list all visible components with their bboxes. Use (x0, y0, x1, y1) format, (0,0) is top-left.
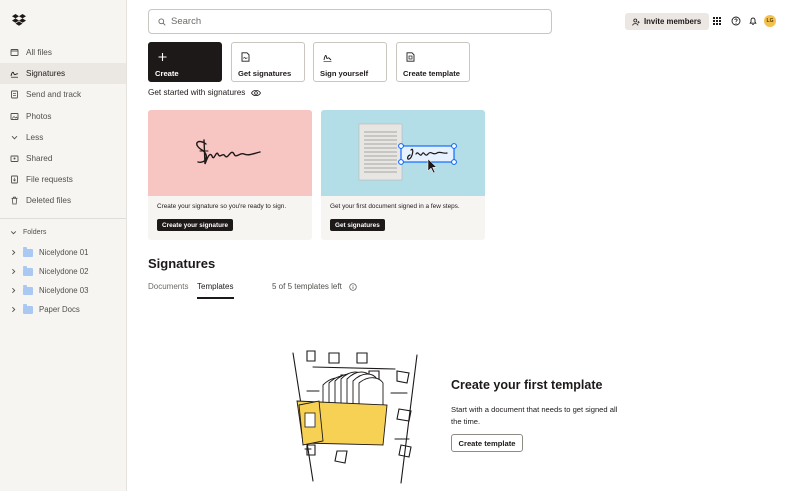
sidebar-item-photos[interactable]: Photos (0, 106, 126, 127)
empty-state-title: Create your first template (451, 378, 603, 392)
folder-label: Nicelydone 01 (39, 248, 89, 257)
get-signatures-button[interactable]: Get signatures (231, 42, 305, 82)
get-signatures-label: Get signatures (238, 69, 292, 78)
plus-icon (158, 53, 167, 61)
invite-members-button[interactable]: Invite members (625, 13, 709, 30)
empty-state-description: Start with a document that needs to get … (451, 405, 618, 426)
shared-icon (10, 154, 19, 163)
page-title: Signatures (148, 256, 216, 271)
get-signatures-card-button[interactable]: Get signatures (330, 219, 385, 231)
invite-members-label: Invite members (644, 17, 702, 26)
folder-label: Nicelydone 02 (39, 267, 89, 276)
chevron-right-icon[interactable] (10, 249, 17, 256)
create-template-button[interactable]: Create template (451, 434, 523, 452)
get-signatures-card: Get your first document signed in a few … (321, 110, 485, 240)
create-button[interactable]: Create (148, 42, 222, 82)
info-icon[interactable] (349, 282, 357, 291)
chevron-down-icon (10, 133, 19, 142)
template-quota-label: 5 of 5 templates left (272, 282, 342, 291)
folder-item[interactable]: Nicelydone 02 (0, 262, 126, 281)
folder-icon (23, 246, 33, 257)
help-icon[interactable] (731, 16, 741, 26)
files-icon (10, 48, 19, 57)
template-quota: 5 of 5 templates left (272, 282, 357, 291)
sidebar-item-file-requests[interactable]: File requests (0, 169, 126, 190)
active-tab-indicator (197, 297, 234, 299)
sidebar: All files Signatures Send and track Phot… (0, 0, 127, 491)
create-your-signature-button[interactable]: Create your signature (157, 219, 234, 231)
chevron-right-icon[interactable] (10, 268, 17, 275)
folder-item[interactable]: Nicelydone 03 (0, 281, 126, 300)
get-started-heading: Get started with signatures (148, 88, 262, 97)
sidebar-item-label: Deleted files (26, 196, 72, 206)
search-icon (158, 17, 166, 26)
sidebar-divider (0, 218, 126, 219)
chevron-right-icon[interactable] (10, 287, 17, 294)
create-template-tile-label: Create template (403, 69, 460, 78)
create-signature-description: Create your signature so you're ready to… (157, 203, 287, 210)
sign-yourself-button[interactable]: Sign yourself (313, 42, 387, 82)
notification-bell-icon[interactable] (748, 16, 758, 26)
pen-icon (323, 54, 332, 62)
folder-icon (23, 303, 33, 314)
sidebar-item-deleted-files[interactable]: Deleted files (0, 190, 126, 211)
sidebar-item-label: All files (26, 48, 52, 58)
create-label: Create (155, 69, 179, 78)
folders-toggle[interactable]: Folders (10, 229, 46, 236)
get-signatures-description: Get your first document signed in a few … (330, 203, 460, 210)
folder-icon (23, 284, 33, 295)
eye-icon[interactable] (251, 89, 262, 97)
sign-yourself-label: Sign yourself (320, 69, 369, 78)
photo-icon (10, 112, 19, 121)
file-cabinet-illustration (292, 350, 418, 484)
add-user-icon (632, 18, 640, 26)
tab-templates[interactable]: Templates (197, 282, 233, 291)
sidebar-item-label: Less (26, 132, 44, 142)
send-icon (10, 90, 19, 99)
sidebar-item-less[interactable]: Less (0, 127, 126, 148)
folder-item[interactable]: Nicelydone 01 (0, 243, 126, 262)
trash-icon (10, 196, 19, 205)
document-sign-icon (241, 52, 250, 62)
sidebar-item-signatures[interactable]: Signatures (0, 63, 126, 85)
sidebar-item-send-and-track[interactable]: Send and track (0, 84, 126, 105)
avatar[interactable]: LG (764, 15, 776, 27)
chevron-right-icon[interactable] (10, 306, 17, 313)
app-grid-icon[interactable] (712, 16, 722, 26)
template-icon (406, 52, 415, 62)
sidebar-item-label: Shared (26, 154, 53, 164)
get-started-label: Get started with signatures (148, 88, 246, 97)
signature-illustration (148, 110, 312, 196)
folder-icon (23, 265, 33, 276)
tab-documents[interactable]: Documents (148, 282, 188, 291)
folder-list: Nicelydone 01 Nicelydone 02 Nicelydone 0… (0, 243, 126, 319)
file-request-icon (10, 175, 19, 184)
search-placeholder: Search (171, 16, 202, 27)
folders-label: Folders (23, 229, 47, 236)
sidebar-item-label: Photos (26, 111, 52, 121)
sidebar-item-all-files[interactable]: All files (0, 42, 126, 63)
folder-label: Paper Docs (39, 305, 80, 314)
folder-label: Nicelydone 03 (39, 286, 89, 295)
sidebar-item-label: File requests (26, 175, 73, 185)
search-input[interactable]: Search (148, 9, 552, 34)
sidebar-nav: All files Signatures Send and track Phot… (0, 42, 126, 212)
signature-icon (10, 69, 19, 78)
document-signing-illustration (321, 110, 485, 196)
sidebar-item-label: Signatures (26, 69, 66, 79)
dropbox-logo-icon[interactable] (12, 14, 26, 26)
create-template-tile-button[interactable]: Create template (396, 42, 470, 82)
folder-item[interactable]: Paper Docs (0, 300, 126, 319)
sidebar-item-label: Send and track (26, 90, 82, 100)
sidebar-item-shared[interactable]: Shared (0, 148, 126, 169)
create-signature-card: Create your signature so you're ready to… (148, 110, 312, 240)
chevron-down-icon (10, 231, 17, 235)
